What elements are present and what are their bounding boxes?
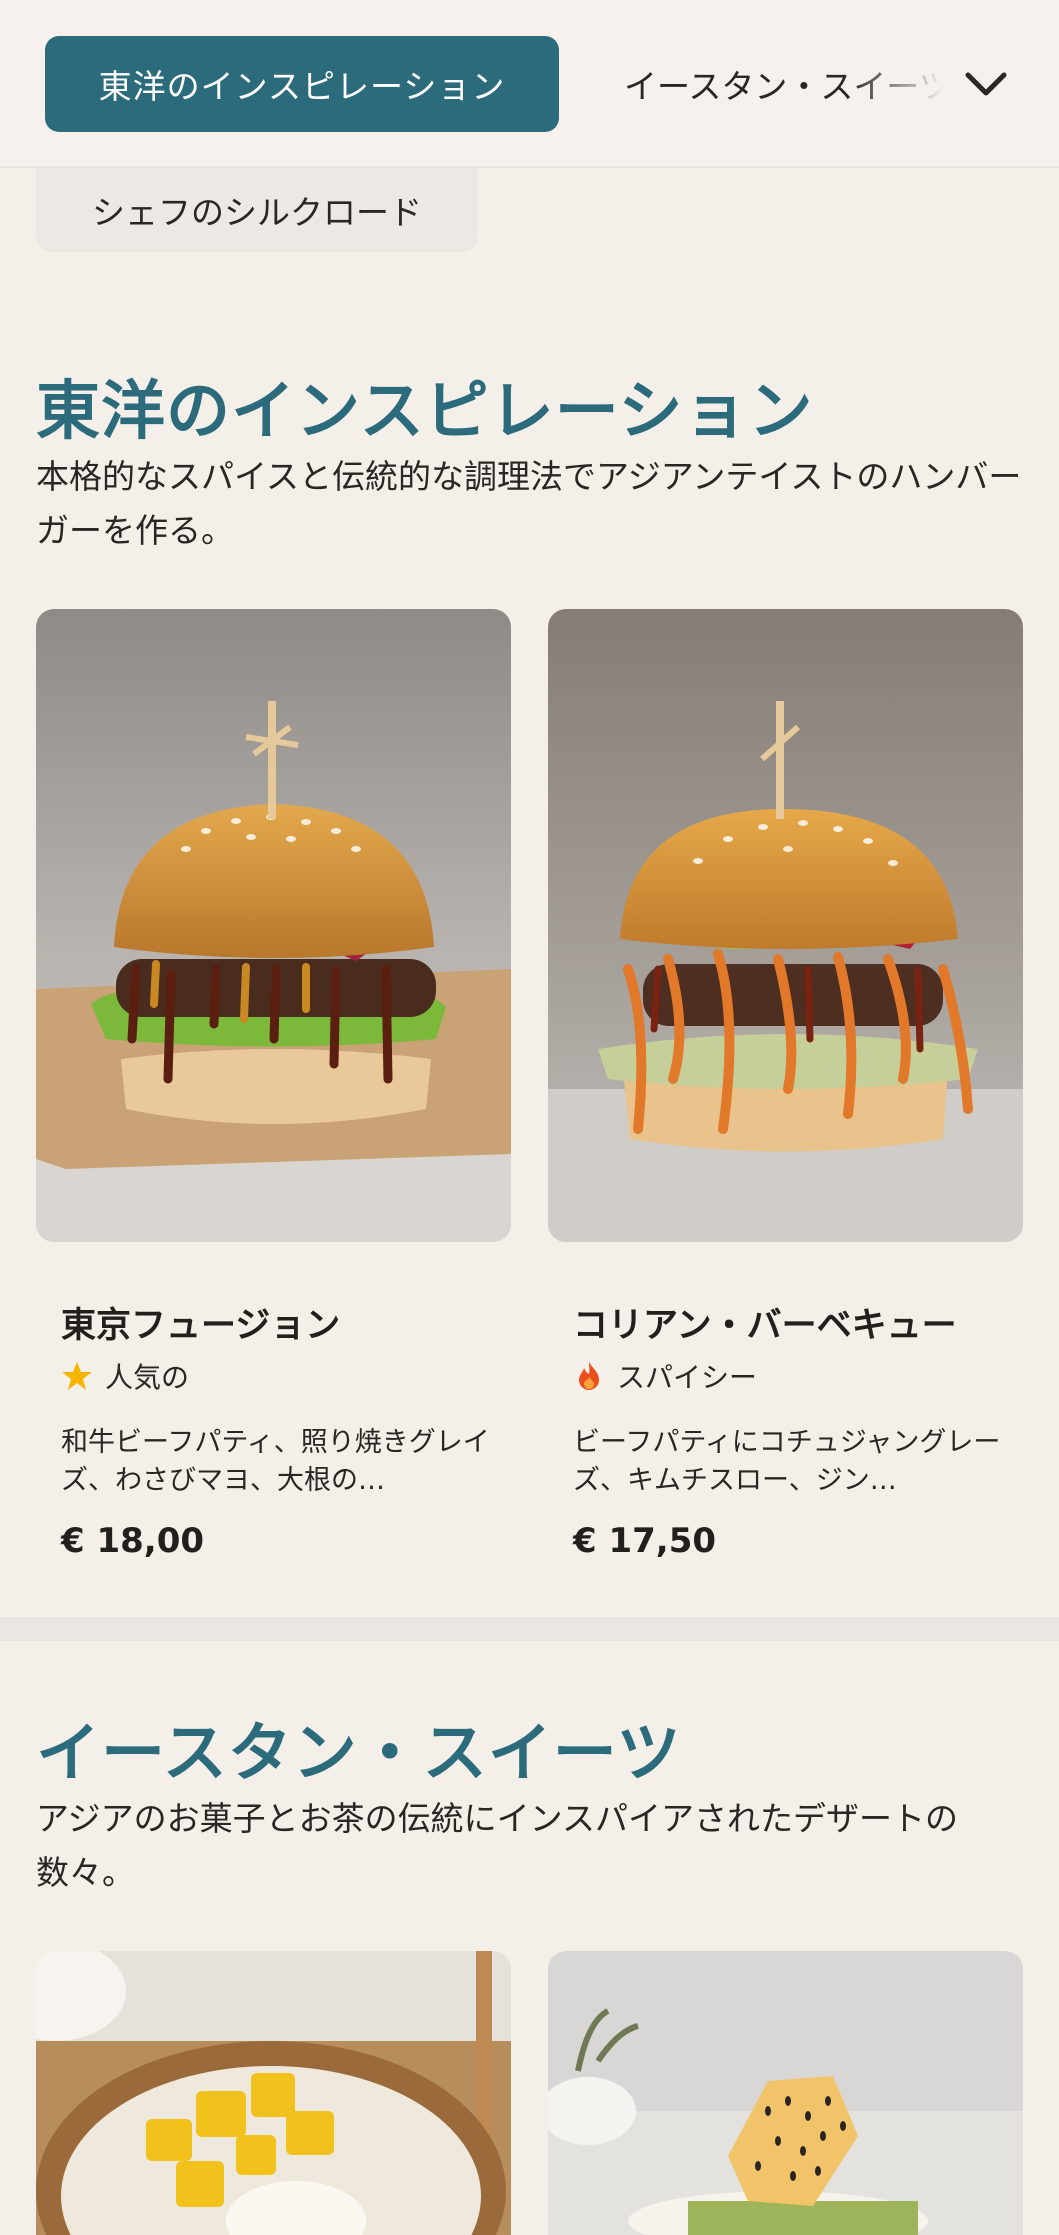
expand-categories-button[interactable] <box>950 52 1022 116</box>
item-tag-label: 人気の <box>105 1361 190 1394</box>
tab-eastern-sweets[interactable]: イースタン・スイーツ <box>624 36 944 132</box>
item-name: コリアン・バーベキュー <box>573 1306 957 1346</box>
section-title: イースタン・スイーツ <box>36 1717 682 1791</box>
item-description: ビーフパティにコチュジャングレーズ、キムチスロー、ジン… <box>573 1427 1001 1496</box>
section-description: アジアのお菓子とお茶の伝統にインスパイアされたデザートの数々。 <box>36 1799 959 1892</box>
sesame-dessert-photo <box>548 1951 1023 2235</box>
chevron-down-icon <box>965 72 1007 96</box>
category-nav: 東洋のインスピレーション イースタン・スイーツ <box>0 0 1059 168</box>
section-description: 本格的なスパイスと伝統的な調理法でアジアンテイストのハンバーガーを作る。 <box>36 457 1022 550</box>
burger-photo <box>548 609 1023 1242</box>
burger-photo <box>36 609 511 1242</box>
menu-item-card[interactable]: 東京フュージョン 人気の 和牛ビーフパティ、照り焼きグレイズ、わさびマヨ、大根の… <box>36 609 511 1569</box>
item-tag: 人気の <box>61 1356 189 1396</box>
item-price: € 17,50 <box>573 1521 717 1561</box>
item-name: 東京フュージョン <box>61 1306 341 1346</box>
tab-eastern-inspiration[interactable]: 東洋のインスピレーション <box>45 36 559 132</box>
item-description: 和牛ビーフパティ、照り焼きグレイズ、わさびマヨ、大根の… <box>61 1427 490 1496</box>
item-tag-label: スパイシー <box>617 1361 758 1394</box>
menu-item-card[interactable] <box>548 1951 1023 2235</box>
flame-icon <box>579 1362 599 1390</box>
section-divider <box>0 1617 1059 1641</box>
mango-sticky-rice-photo <box>36 1951 511 2235</box>
tab-chefs-silk-road[interactable]: シェフのシルクロード <box>36 168 478 252</box>
section-title: 東洋のインスピレーション <box>36 375 814 449</box>
menu-item-card[interactable] <box>36 1951 511 2235</box>
menu-item-card[interactable]: コリアン・バーベキュー スパイシー ビーフパティにコチュジャングレーズ、キムチス… <box>548 609 1023 1569</box>
star-icon <box>62 1362 92 1390</box>
item-tag: スパイシー <box>573 1356 757 1396</box>
item-price: € 18,00 <box>61 1521 205 1561</box>
